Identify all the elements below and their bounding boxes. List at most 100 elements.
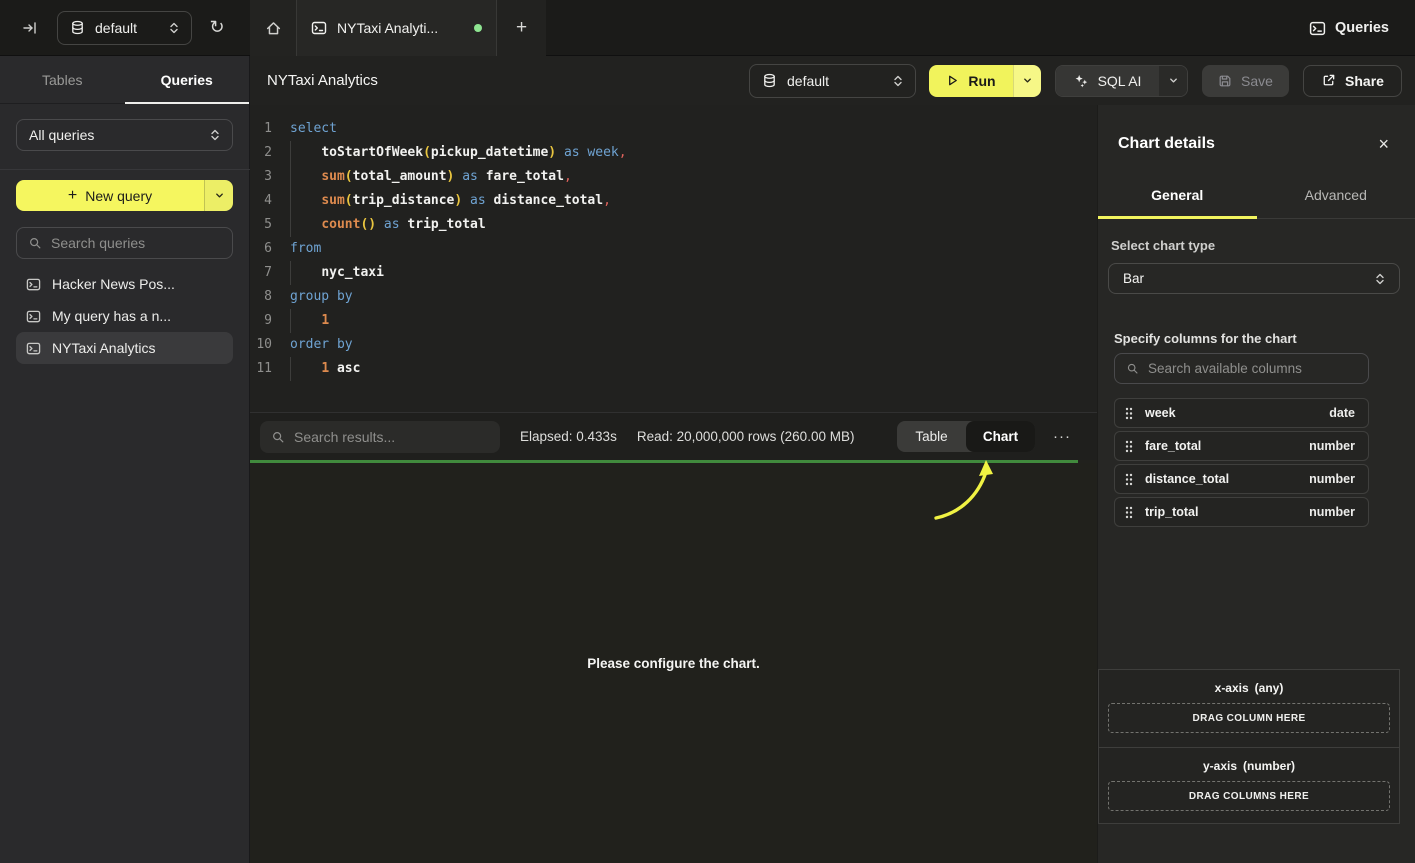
share-button[interactable]: Share bbox=[1303, 65, 1402, 97]
search-columns-box bbox=[1114, 353, 1369, 384]
arrow-to-bar-icon bbox=[22, 20, 38, 36]
x-axis-drop-zone[interactable]: DRAG COLUMN HERE bbox=[1108, 703, 1390, 733]
axes-config-box: x-axis (any) DRAG COLUMN HERE y-axis (numb… bbox=[1098, 669, 1400, 824]
new-query-button[interactable]: + New query bbox=[16, 180, 204, 211]
query-list-item[interactable]: Hacker News Pos... bbox=[16, 268, 233, 300]
query-tab-active[interactable]: NYTaxi Analyti... bbox=[297, 0, 497, 56]
chart-details-tabs: General Advanced bbox=[1098, 172, 1415, 219]
chevron-updown-icon bbox=[893, 74, 903, 88]
chart-type-label: Select chart type bbox=[1111, 238, 1215, 253]
sidebar: Tables Queries All queries + New query bbox=[0, 56, 250, 863]
new-query-label: New query bbox=[85, 188, 152, 204]
empty-chart-message: Please configure the chart. bbox=[587, 656, 760, 671]
new-tab-button[interactable]: + bbox=[497, 0, 546, 56]
query-list-item[interactable]: My query has a n... bbox=[16, 300, 233, 332]
y-axis-name: y-axis bbox=[1203, 759, 1237, 773]
sql-editor[interactable]: 1select2 toStartOfWeek(pickup_datetime) … bbox=[250, 105, 1097, 412]
tab-advanced[interactable]: Advanced bbox=[1257, 172, 1415, 218]
collapse-sidebar-button[interactable] bbox=[12, 10, 48, 46]
sidebar-divider bbox=[0, 169, 250, 170]
new-query-menu-button[interactable] bbox=[204, 180, 233, 211]
column-chip-week[interactable]: week date bbox=[1114, 398, 1369, 428]
topbar-database-selector[interactable]: default bbox=[57, 11, 192, 45]
sidebar-tab-queries[interactable]: Queries bbox=[125, 56, 250, 103]
share-icon bbox=[1321, 73, 1336, 88]
home-icon bbox=[265, 20, 282, 37]
page-title: NYTaxi Analytics bbox=[267, 72, 378, 89]
code-lines: 1select2 toStartOfWeek(pickup_datetime) … bbox=[250, 117, 1097, 381]
queries-filter-value: All queries bbox=[29, 127, 94, 143]
more-options-button[interactable]: ··· bbox=[1047, 428, 1077, 445]
run-button[interactable]: Run bbox=[929, 65, 1013, 97]
drag-handle-icon bbox=[1125, 440, 1133, 453]
x-axis-constraint: (any) bbox=[1255, 681, 1284, 695]
refresh-button[interactable]: ↻ bbox=[200, 11, 234, 45]
run-menu-button[interactable] bbox=[1013, 65, 1041, 97]
query-item-label: NYTaxi Analytics bbox=[52, 340, 155, 356]
query-list-item-selected[interactable]: NYTaxi Analytics bbox=[16, 332, 233, 364]
database-icon bbox=[70, 20, 85, 35]
terminal-icon bbox=[311, 20, 327, 36]
x-axis-name: x-axis bbox=[1215, 681, 1249, 695]
chevron-down-icon bbox=[1022, 75, 1033, 86]
home-tab[interactable] bbox=[250, 0, 297, 56]
play-icon bbox=[946, 74, 959, 87]
database-icon bbox=[762, 73, 777, 88]
column-type: number bbox=[1309, 439, 1355, 453]
drag-handle-icon bbox=[1125, 506, 1133, 519]
y-axis-drop-zone[interactable]: DRAG COLUMNS HERE bbox=[1108, 781, 1390, 811]
chevron-updown-icon bbox=[210, 128, 220, 142]
refresh-icon: ↻ bbox=[209, 17, 224, 38]
search-icon bbox=[28, 236, 42, 250]
save-button[interactable]: Save bbox=[1202, 65, 1289, 97]
run-split-button: Run bbox=[929, 65, 1041, 97]
sql-ai-menu-button[interactable] bbox=[1159, 66, 1187, 96]
read-stats: Read: 20,000,000 rows (260.00 MB) bbox=[637, 429, 855, 444]
annotation-arrow-icon bbox=[920, 452, 1005, 530]
query-item-label: My query has a n... bbox=[52, 308, 171, 324]
terminal-icon bbox=[1309, 20, 1326, 37]
table-view-button[interactable]: Table bbox=[897, 421, 966, 452]
search-columns-input[interactable] bbox=[1148, 361, 1357, 376]
column-chip-distance-total[interactable]: distance_total number bbox=[1114, 464, 1369, 494]
header-actions: default Run bbox=[749, 64, 1402, 98]
terminal-icon bbox=[26, 309, 41, 324]
column-name: week bbox=[1145, 406, 1176, 420]
unsaved-changes-dot bbox=[474, 24, 482, 32]
search-results-input[interactable] bbox=[294, 429, 489, 445]
queries-button[interactable]: Queries bbox=[1309, 0, 1389, 56]
column-chip-trip-total[interactable]: trip_total number bbox=[1114, 497, 1369, 527]
sidebar-tab-tables[interactable]: Tables bbox=[0, 56, 125, 103]
search-queries-box bbox=[16, 227, 233, 259]
queries-filter-select[interactable]: All queries bbox=[16, 119, 233, 151]
column-type: number bbox=[1309, 505, 1355, 519]
chevron-down-icon bbox=[1168, 75, 1179, 86]
chevron-down-icon bbox=[214, 190, 225, 201]
tab-general[interactable]: General bbox=[1098, 172, 1257, 218]
drag-handle-icon bbox=[1125, 407, 1133, 420]
terminal-icon bbox=[26, 277, 41, 292]
new-query-split-button: + New query bbox=[16, 180, 233, 211]
y-axis-section: y-axis (number) DRAG COLUMNS HERE bbox=[1099, 747, 1399, 825]
search-queries-input[interactable] bbox=[51, 235, 232, 251]
chart-view-button[interactable]: Chart bbox=[966, 421, 1035, 452]
share-label: Share bbox=[1345, 73, 1384, 89]
x-axis-section: x-axis (any) DRAG COLUMN HERE bbox=[1099, 670, 1399, 747]
search-icon bbox=[1126, 362, 1139, 375]
drag-handle-icon bbox=[1125, 473, 1133, 486]
query-tab-label: NYTaxi Analyti... bbox=[337, 20, 438, 36]
sql-ai-button[interactable]: SQL AI bbox=[1056, 66, 1159, 96]
chart-type-select[interactable]: Bar bbox=[1108, 263, 1400, 294]
sql-ai-split-button: SQL AI bbox=[1055, 65, 1188, 97]
run-label: Run bbox=[968, 73, 995, 89]
sql-console-app: default ↻ NYTaxi Analyti... + Queries bbox=[0, 0, 1415, 863]
column-chip-fare-total[interactable]: fare_total number bbox=[1114, 431, 1369, 461]
close-icon[interactable]: × bbox=[1378, 135, 1389, 153]
search-results-box bbox=[260, 421, 500, 453]
column-type: number bbox=[1309, 472, 1355, 486]
chart-details-title: Chart details bbox=[1118, 135, 1215, 153]
y-axis-constraint: (number) bbox=[1243, 759, 1295, 773]
ellipsis-icon: ··· bbox=[1053, 428, 1071, 445]
query-database-selector[interactable]: default bbox=[749, 64, 916, 98]
terminal-icon bbox=[26, 341, 41, 356]
